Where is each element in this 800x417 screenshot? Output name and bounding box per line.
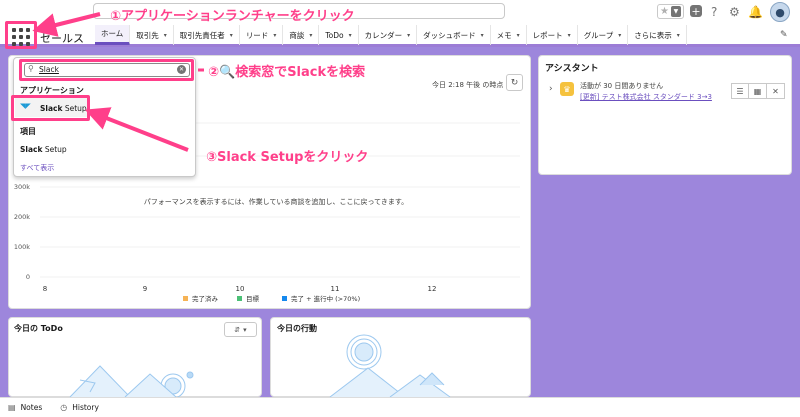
annotation-arrows	[32, 12, 204, 152]
utility-bar: ▤ Notes ◷ History	[0, 397, 800, 417]
annotation-step2: ②🔍検索窓でSlackを検索	[208, 65, 366, 80]
notes-button[interactable]: ▤ Notes	[8, 403, 42, 412]
annotation-step3: ③Slack Setupをクリック	[206, 150, 369, 165]
notes-icon: ▤	[8, 403, 16, 412]
history-icon: ◷	[60, 403, 68, 412]
arrow-step1	[32, 12, 101, 37]
annotation-step1: ①アプリケーションランチャーをクリック	[110, 9, 355, 24]
arrow-step3	[84, 107, 189, 152]
history-button[interactable]: ◷ History	[60, 403, 99, 412]
